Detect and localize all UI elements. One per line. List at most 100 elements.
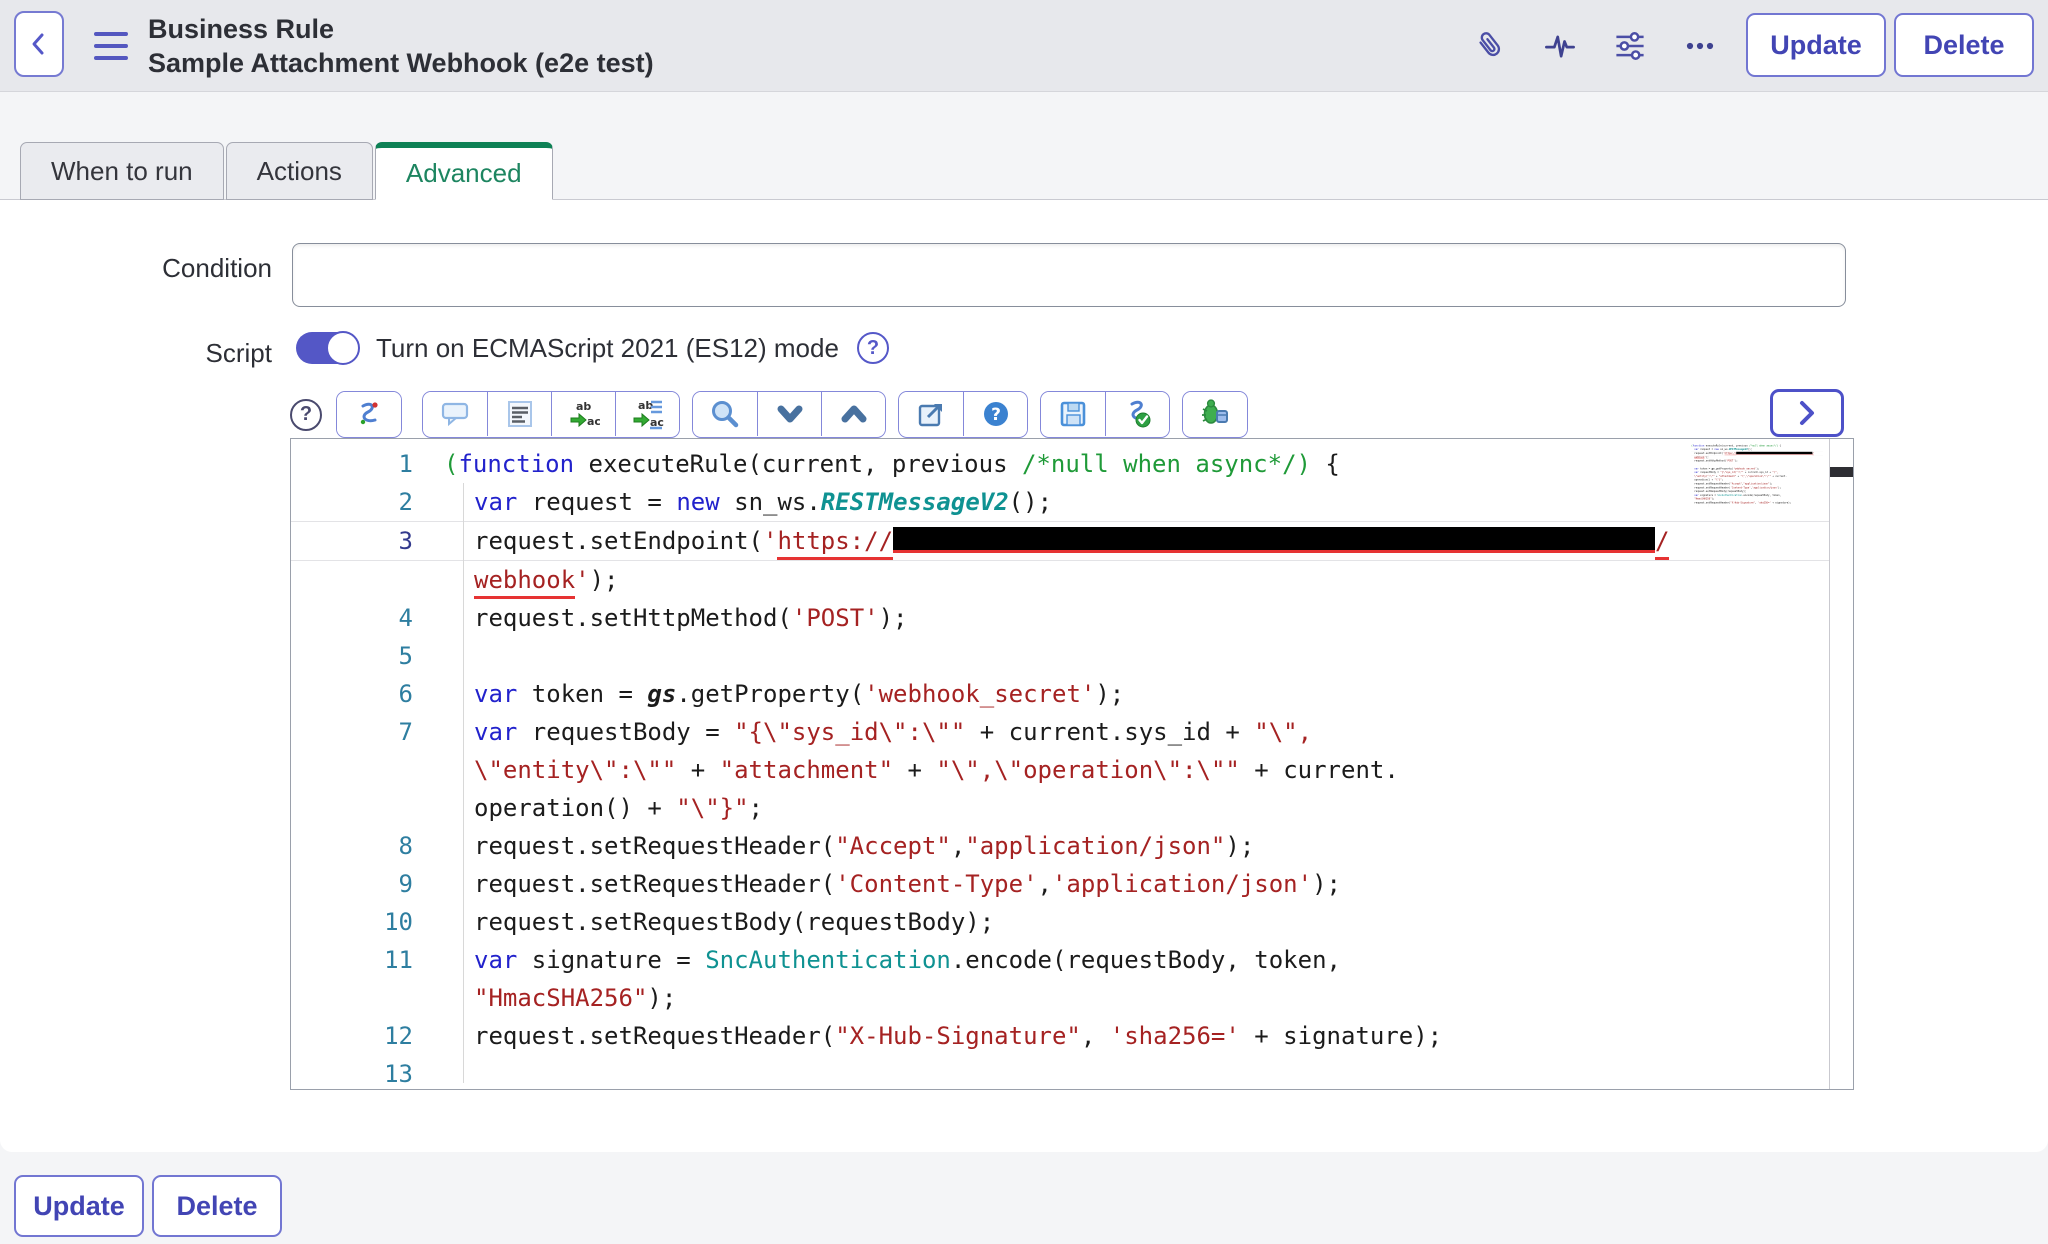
code-line-text: request.setHttpMethod('POST'); bbox=[441, 599, 908, 637]
help-filled-icon[interactable]: ? bbox=[963, 392, 1027, 436]
code-token: ' bbox=[763, 527, 777, 555]
comment-icon[interactable] bbox=[423, 392, 487, 436]
code-token: / bbox=[1655, 527, 1669, 560]
back-button[interactable] bbox=[14, 11, 64, 77]
code-token: sn_ws. bbox=[720, 488, 821, 516]
context-menu-icon[interactable] bbox=[94, 32, 128, 60]
delete-button-footer[interactable]: Delete bbox=[152, 1175, 282, 1237]
line-number: 5 bbox=[291, 637, 441, 675]
code-token: "application/json" bbox=[965, 832, 1225, 860]
code-token: + bbox=[893, 756, 936, 784]
code-token: RESTMessageV2 bbox=[821, 488, 1009, 516]
code-token: , bbox=[1038, 870, 1052, 898]
replace-icon[interactable]: abac bbox=[551, 392, 615, 436]
code-token: , bbox=[1081, 1022, 1110, 1050]
ecmascript-toggle[interactable] bbox=[296, 332, 358, 364]
activity-stream-icon[interactable] bbox=[1538, 24, 1582, 68]
code-token: var bbox=[474, 680, 517, 708]
code-token: "attachment" bbox=[720, 756, 893, 784]
format-code-icon[interactable] bbox=[487, 392, 551, 436]
open-window-icon[interactable] bbox=[899, 392, 963, 436]
code-token: request = bbox=[517, 488, 676, 516]
update-button-footer[interactable]: Update bbox=[14, 1175, 144, 1237]
code-token: gs bbox=[647, 680, 676, 708]
code-line-text: request.setEndpoint('https:/// bbox=[1691, 451, 1814, 455]
attachment-icon[interactable] bbox=[1468, 24, 1512, 68]
ecmascript-toggle-label: Turn on ECMAScript 2021 (ES12) mode bbox=[376, 333, 839, 364]
replace-all-icon[interactable]: abac bbox=[615, 392, 679, 436]
code-token: "X-Hub-Signature" bbox=[1730, 501, 1755, 504]
code-line-row: 7var requestBody = "{\"sys_id\":\"" + cu… bbox=[291, 713, 1853, 751]
code-token: 'application/json' bbox=[1752, 486, 1778, 489]
code-token: request = bbox=[1699, 448, 1715, 451]
svg-text:ab: ab bbox=[576, 400, 591, 413]
code-token: .getProperty( bbox=[676, 680, 864, 708]
code-token: "\",\"operation\":\"" bbox=[1741, 475, 1771, 478]
find-next-icon[interactable] bbox=[757, 392, 821, 436]
code-token: ); bbox=[590, 566, 619, 594]
condition-input[interactable] bbox=[292, 243, 1846, 307]
validate-script-icon[interactable] bbox=[1105, 392, 1169, 436]
code-token: 'sha256=' bbox=[1110, 1022, 1240, 1050]
find-previous-icon[interactable] bbox=[821, 392, 885, 436]
code-line-text: request.setRequestHeader('Content-Type',… bbox=[441, 865, 1341, 903]
code-line-row: 12request.setRequestHeader("X-Hub-Signat… bbox=[291, 1017, 1853, 1055]
code-token: , bbox=[951, 832, 965, 860]
code-token: sn_ws. bbox=[1719, 448, 1729, 451]
chevron-right-icon bbox=[1791, 397, 1823, 429]
more-options-icon[interactable] bbox=[1678, 24, 1722, 68]
syntax-editor-icon[interactable] bbox=[337, 392, 401, 436]
code-token: executeRule(current, previous bbox=[574, 450, 1022, 478]
toggle-knob bbox=[326, 331, 360, 365]
code-line-row: 10request.setRequestBody(requestBody); bbox=[291, 903, 1853, 941]
es-help-icon[interactable]: ? bbox=[857, 332, 889, 364]
scrollbar-thumb[interactable] bbox=[1830, 467, 1853, 477]
debug-icon[interactable] bbox=[1183, 392, 1247, 436]
code-token: RESTMessageV2 bbox=[1729, 448, 1748, 451]
code-line-text bbox=[1691, 505, 1694, 509]
code-line-text bbox=[441, 1055, 474, 1090]
save-icon[interactable] bbox=[1041, 392, 1105, 436]
editor-help-icon[interactable]: ? bbox=[290, 399, 322, 431]
expand-editor-button[interactable] bbox=[1770, 389, 1844, 437]
record-type-label: Business Rule bbox=[148, 12, 654, 46]
code-line-row: \"entity\":\"" + "attachment" + "\",\"op… bbox=[291, 751, 1853, 789]
code-line-row: 13 bbox=[1691, 505, 1823, 509]
line-number: 3 bbox=[291, 522, 441, 560]
line-number: 7 bbox=[291, 713, 441, 751]
line-number: 13 bbox=[291, 1055, 441, 1090]
delete-button-header[interactable]: Delete bbox=[1894, 13, 2034, 77]
code-token: + signature); bbox=[1771, 501, 1791, 504]
editor-scrollbar[interactable] bbox=[1829, 439, 1853, 1089]
code-token: ) bbox=[1297, 450, 1311, 478]
script-code-editor[interactable]: 1(function executeRule(current, previous… bbox=[290, 438, 1854, 1090]
code-token: ); bbox=[1778, 486, 1781, 489]
code-minimap[interactable]: 1(function executeRule(current, previous… bbox=[1691, 443, 1823, 513]
code-token: 'POST' bbox=[1726, 460, 1735, 463]
personalize-sliders-icon[interactable] bbox=[1608, 24, 1652, 68]
code-token: + bbox=[676, 756, 719, 784]
code-token: "HmacSHA256" bbox=[474, 984, 647, 1012]
code-line-row: 3request.setEndpoint('https:/// bbox=[1691, 451, 1823, 455]
line-number: 1 bbox=[291, 445, 441, 483]
code-line-row: 1(function executeRule(current, previous… bbox=[291, 445, 1853, 483]
advanced-tab-panel: Condition Script Turn on ECMAScript 2021… bbox=[0, 199, 2048, 1152]
tab-when-to-run[interactable]: When to run bbox=[20, 142, 224, 200]
condition-label: Condition bbox=[0, 253, 272, 284]
code-token: var bbox=[474, 946, 517, 974]
code-token: + signature); bbox=[1240, 1022, 1442, 1050]
code-token: SncAuthentication bbox=[1717, 494, 1742, 497]
back-chevron-icon bbox=[23, 28, 55, 60]
tab-actions[interactable]: Actions bbox=[226, 142, 373, 200]
code-token: request.setEndpoint( bbox=[1694, 452, 1723, 455]
code-line-text: var token = gs.getProperty('webhook_secr… bbox=[441, 675, 1124, 713]
update-button-header[interactable]: Update bbox=[1746, 13, 1886, 77]
code-token: /*null when async*/ bbox=[1749, 444, 1776, 447]
line-number: 6 bbox=[291, 675, 441, 713]
code-token: request.setHttpMethod( bbox=[474, 604, 792, 632]
line-number: 8 bbox=[291, 827, 441, 865]
code-line-row: 8request.setRequestHeader("Accept","appl… bbox=[291, 827, 1853, 865]
search-icon[interactable] bbox=[693, 392, 757, 436]
code-token: ); bbox=[1312, 870, 1341, 898]
tab-advanced[interactable]: Advanced bbox=[375, 142, 553, 200]
